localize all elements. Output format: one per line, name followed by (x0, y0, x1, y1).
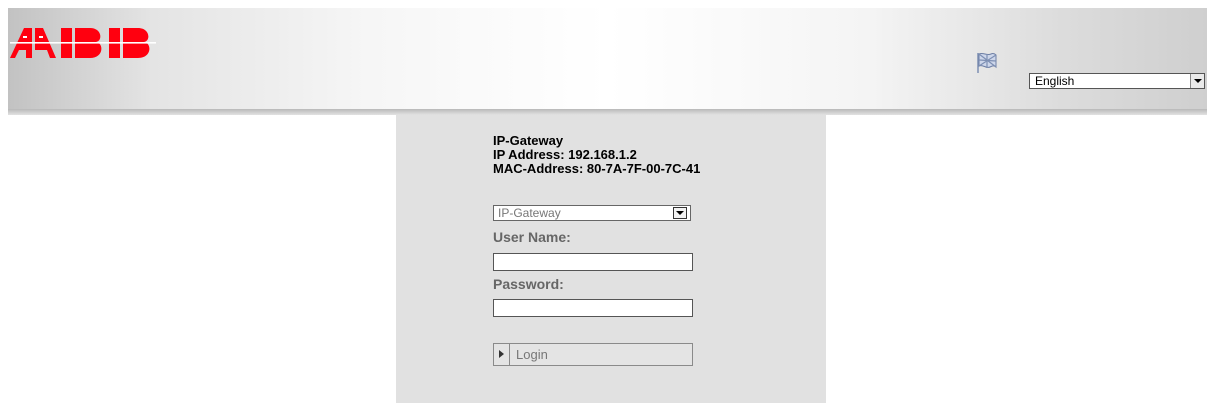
login-button-label: Login (516, 347, 548, 362)
device-select-value: IP-Gateway (498, 206, 561, 220)
username-label: User Name: (493, 229, 571, 245)
language-select[interactable]: English (1029, 73, 1205, 89)
language-select-value: English (1035, 74, 1075, 88)
password-input[interactable] (493, 299, 693, 317)
abb-logo (10, 28, 156, 58)
login-panel: IP-Gateway IP Address: 192.168.1.2 MAC-A… (396, 115, 826, 403)
login-button[interactable]: Login (493, 343, 693, 366)
device-select[interactable]: IP-Gateway (493, 205, 691, 221)
device-info: IP-Gateway IP Address: 192.168.1.2 MAC-A… (493, 134, 700, 176)
device-ip-address: IP Address: 192.168.1.2 (493, 147, 637, 162)
play-arrow-icon (494, 344, 510, 365)
device-name: IP-Gateway (493, 133, 564, 148)
chevron-down-icon[interactable] (673, 207, 687, 219)
chevron-down-icon[interactable] (1190, 74, 1204, 88)
device-mac-address: MAC-Address: 80-7A-7F-00-7C-41 (493, 161, 701, 176)
header-bar (8, 8, 1207, 109)
password-label: Password: (493, 276, 564, 292)
username-input[interactable] (493, 253, 693, 271)
language-flag-icon (977, 52, 997, 73)
